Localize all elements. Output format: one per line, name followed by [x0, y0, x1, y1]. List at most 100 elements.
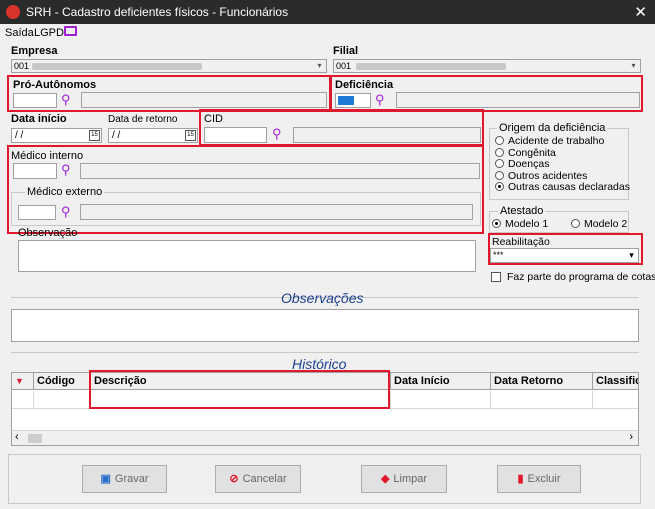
medico-interno-desc [80, 163, 480, 179]
table-header: ▼ Código Descrição Data Início Data Reto… [12, 373, 638, 390]
pro-autonomos-label: Pró-Autônomos [13, 79, 97, 91]
chevron-down-icon: ▾ [629, 250, 634, 260]
sort-indicator-icon: ▼ [12, 373, 34, 390]
cid-desc [293, 127, 481, 143]
origem-option[interactable]: Outros acidentes [495, 170, 587, 182]
filial-redacted [356, 63, 506, 70]
reabilitacao-label: Reabilitação [492, 236, 550, 248]
reabilitacao-select[interactable]: *** ▾ [490, 248, 639, 263]
calendar-icon[interactable]: 15 [185, 130, 196, 141]
col-codigo[interactable]: Código [34, 373, 91, 390]
cotas-label: Faz parte do programa de cotas [507, 271, 655, 283]
window-title: SRH - Cadastro deficientes físicos - Fun… [26, 5, 289, 19]
calendar-icon[interactable]: 15 [89, 130, 100, 141]
save-icon: ▣ [100, 473, 111, 485]
pro-autonomos-desc [81, 92, 327, 108]
search-icon[interactable]: ⚲ [61, 163, 75, 177]
reabilitacao-value: *** [493, 250, 504, 260]
limpar-button[interactable]: ◆ Limpar [361, 465, 447, 493]
scroll-left-icon[interactable]: ‹ [15, 431, 19, 443]
cell-codigo [34, 391, 91, 409]
menu-saida[interactable]: Saída [5, 27, 34, 39]
chevron-down-icon: ▾ [317, 61, 322, 70]
filial-label: Filial [333, 45, 359, 57]
medico-interno-label: Médico interno [11, 150, 84, 162]
empresa-value: 001 [14, 61, 30, 71]
medico-externo-label: Médico externo [25, 186, 105, 198]
empresa-label: Empresa [11, 45, 58, 57]
scroll-right-icon[interactable]: › [629, 431, 633, 443]
medico-externo-code[interactable] [18, 205, 56, 220]
title-bar: SRH - Cadastro deficientes físicos - Fun… [0, 0, 655, 24]
origem-option-label: Congênita [508, 146, 556, 159]
app-icon [6, 5, 20, 19]
horizontal-scrollbar[interactable]: ‹ › [12, 430, 638, 445]
data-inicio-input[interactable]: / / 15 [11, 128, 102, 143]
gravar-button[interactable]: ▣ Gravar [82, 465, 167, 493]
radio-off-icon [495, 159, 504, 168]
main-window: SRH - Cadastro deficientes físicos - Fun… [0, 0, 655, 509]
menu-lgpd[interactable]: LGPD [34, 27, 64, 39]
origem-option-label: Doenças [508, 158, 550, 170]
pro-autonomos-code[interactable] [13, 93, 57, 108]
col-classificacao[interactable]: Classifica [593, 373, 638, 390]
atestado-modelo-2[interactable]: Modelo 2 [571, 218, 627, 230]
cell-data-inicio [391, 391, 491, 409]
radio-off-icon [571, 219, 580, 228]
data-retorno-input[interactable]: / / 15 [108, 128, 198, 143]
data-inicio-label: Data início [11, 113, 67, 125]
search-icon[interactable]: ⚲ [61, 93, 75, 107]
trash-icon: ▮ [517, 473, 524, 485]
monitor-icon[interactable] [64, 26, 77, 36]
col-data-inicio[interactable]: Data Início [391, 373, 491, 390]
origem-option[interactable]: Acidente de trabalho [495, 135, 604, 147]
data-retorno-label: Data de retorno [108, 114, 178, 125]
observacoes-title: Observações [281, 290, 364, 306]
origem-option-label: Acidente de trabalho [508, 135, 605, 147]
col-descricao[interactable]: Descrição [91, 373, 391, 390]
cid-label: CID [204, 113, 223, 125]
observacao-textarea[interactable] [18, 240, 476, 272]
row-indicator [12, 391, 34, 409]
search-icon[interactable]: ⚲ [375, 93, 389, 107]
table-row[interactable] [12, 391, 638, 409]
cell-data-retorno [491, 391, 593, 409]
observacoes-textarea[interactable] [11, 309, 639, 342]
origem-option[interactable]: Doenças [495, 158, 549, 170]
deficiencia-code[interactable] [335, 93, 371, 108]
atestado-modelo-1[interactable]: Modelo 1 [492, 218, 548, 230]
empresa-redacted [32, 63, 202, 70]
cancelar-button[interactable]: ⊘ Cancelar [215, 465, 301, 493]
radio-off-icon [495, 170, 504, 180]
atestado-title: Atestado [498, 205, 546, 217]
filial-value: 001 [336, 61, 352, 71]
search-icon[interactable]: ⚲ [61, 205, 75, 219]
divider [11, 352, 639, 353]
close-icon[interactable]: ✕ [634, 3, 647, 21]
radio-on-icon [495, 182, 504, 191]
cancel-icon: ⊘ [229, 473, 239, 485]
search-icon[interactable]: ⚲ [272, 127, 286, 141]
medico-interno-code[interactable] [13, 163, 57, 179]
origem-option[interactable]: Congênita [495, 147, 556, 159]
filial-select[interactable]: 001 ▾ [333, 59, 641, 73]
eraser-icon: ◆ [380, 473, 390, 485]
historico-table[interactable]: ▼ Código Descrição Data Início Data Reto… [11, 372, 639, 446]
origem-option-label: Outros acidentes [508, 169, 588, 182]
radio-on-icon [492, 219, 501, 228]
observacao-label: Observação [18, 227, 78, 239]
cotas-checkbox[interactable] [491, 272, 501, 282]
chevron-down-icon: ▾ [631, 61, 636, 70]
menu-bar: Saída LGPD [0, 24, 655, 42]
cid-code[interactable] [204, 127, 267, 143]
historico-title: Histórico [292, 356, 347, 372]
deficiencia-selection [338, 96, 354, 105]
data-retorno-value: / / [112, 130, 121, 141]
origem-title: Origem da deficiência [497, 122, 608, 134]
deficiencia-label: Deficiência [335, 79, 394, 91]
empresa-select[interactable]: 001 ▾ [11, 59, 327, 73]
origem-option[interactable]: Outras causas declaradas [495, 181, 630, 193]
excluir-button[interactable]: ▮ Excluir [497, 465, 581, 493]
scrollbar-thumb[interactable] [28, 434, 42, 443]
col-data-retorno[interactable]: Data Retorno [491, 373, 593, 390]
